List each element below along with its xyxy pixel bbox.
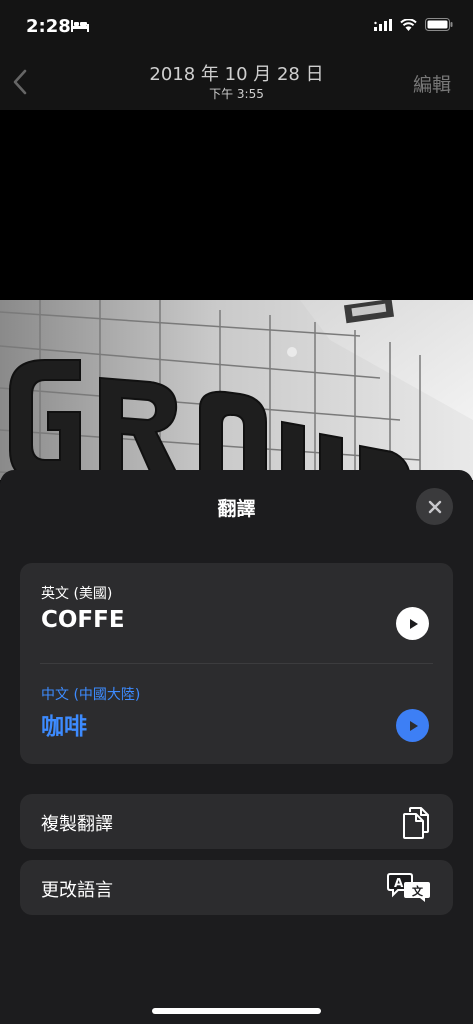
translation-card: 英文 (美國) COFFE 中文 (中國大陸) 咖啡 [20, 563, 453, 764]
photo [0, 300, 473, 480]
nav-bar: 2018 年 10 月 28 日 下午 3:55 編輯 [0, 56, 473, 110]
copy-translation-label: 複製翻譯 [41, 814, 113, 835]
page-subtitle: 下午 3:55 [209, 87, 264, 101]
status-time: 2:28 [26, 16, 71, 37]
translation-sheet: 翻譯 英文 (美國) COFFE 中文 (中國大陸) 咖啡 複製翻譯 更改語言 … [0, 470, 473, 1024]
svg-text:文: 文 [412, 884, 424, 898]
photo-image [0, 300, 473, 480]
divider [40, 663, 433, 664]
svg-text:A: A [394, 876, 404, 890]
copy-icon [403, 807, 429, 839]
source-text: COFFE [41, 607, 125, 633]
play-icon [409, 720, 418, 731]
change-language-button[interactable]: 更改語言 A 文 [20, 860, 453, 915]
target-text: 咖啡 [41, 714, 87, 740]
play-icon [409, 618, 418, 629]
status-icons [374, 18, 453, 31]
photo-letterbox [0, 110, 473, 300]
close-button[interactable] [416, 488, 453, 525]
close-icon [428, 500, 441, 513]
sleep-mode-icon [71, 20, 89, 32]
change-language-label: 更改語言 [41, 880, 113, 901]
home-indicator[interactable] [152, 1008, 321, 1014]
status-bar: 2:28 [0, 0, 473, 56]
target-language-label: 中文 (中國大陸) [41, 687, 141, 703]
translate-icon: A 文 [387, 873, 430, 902]
battery-icon [425, 18, 453, 31]
cellular-signal-icon [374, 18, 392, 31]
wifi-icon [400, 18, 417, 31]
play-source-button[interactable] [396, 607, 429, 640]
copy-translation-button[interactable]: 複製翻譯 [20, 794, 453, 849]
sheet-title: 翻譯 [217, 498, 256, 520]
source-language-label: 英文 (美國) [41, 586, 113, 602]
edit-button[interactable]: 編輯 [413, 70, 451, 97]
page-title: 2018 年 10 月 28 日 [149, 64, 324, 85]
play-target-button[interactable] [396, 709, 429, 742]
